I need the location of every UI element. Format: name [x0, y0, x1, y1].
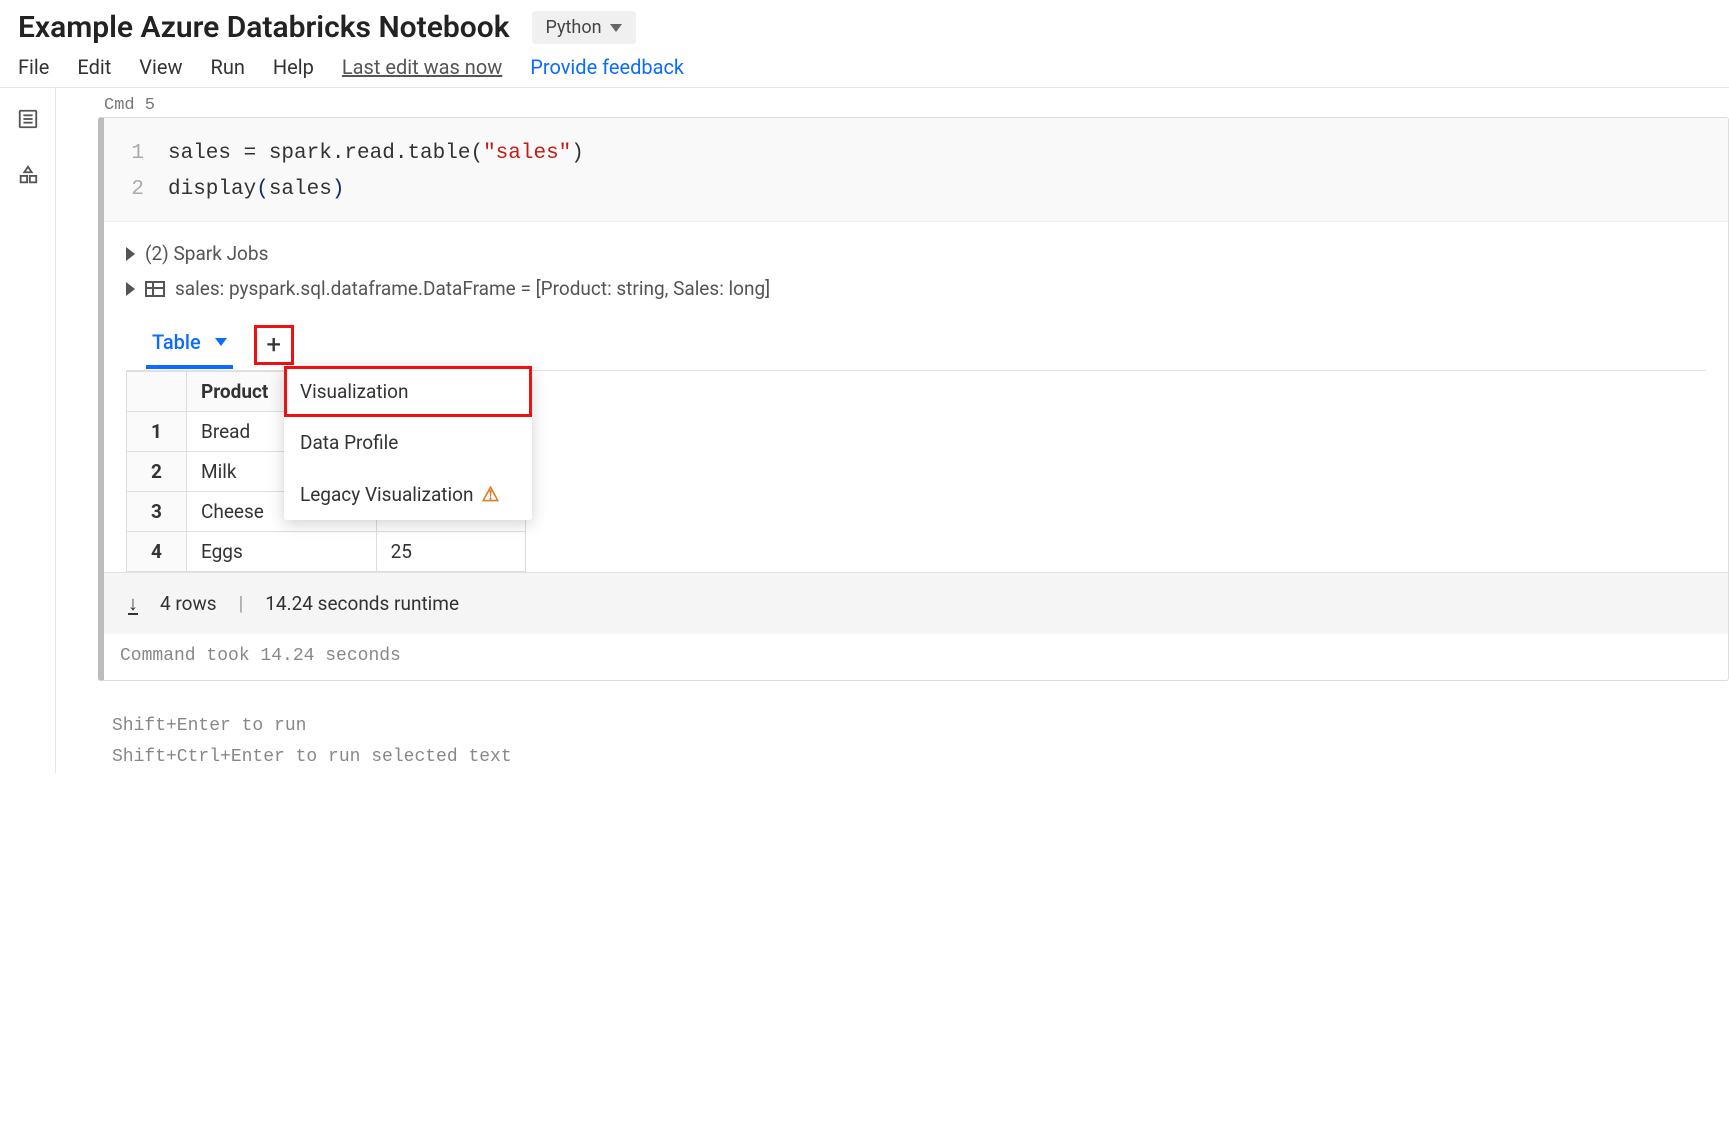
- language-label: Python: [546, 17, 602, 38]
- command-timing: Command took 14.24 seconds: [104, 634, 1728, 680]
- menu-bar: File Edit View Run Help Last edit was no…: [18, 55, 1711, 79]
- menu-item-label: Legacy Visualization: [300, 483, 473, 506]
- menu-item-visualization[interactable]: Visualization: [284, 366, 532, 417]
- cell-label: Cmd 5: [98, 88, 1729, 117]
- add-visualization-button[interactable]: +: [257, 328, 291, 362]
- row-number: 3: [127, 492, 187, 532]
- keyboard-hints: Shift+Enter to run Shift+Ctrl+Enter to r…: [98, 681, 1729, 772]
- left-rail: [0, 88, 56, 773]
- output-tabs: Table + Visualization Data Profile Legac…: [126, 316, 1706, 371]
- triangle-right-icon: [126, 282, 135, 296]
- menu-file[interactable]: File: [18, 55, 49, 79]
- line-number: 2: [124, 172, 168, 208]
- spark-jobs-toggle[interactable]: (2) Spark Jobs: [126, 236, 1706, 271]
- menu-edit[interactable]: Edit: [77, 55, 111, 79]
- tab-label: Table: [152, 330, 201, 354]
- tab-table[interactable]: Table: [152, 330, 227, 368]
- chevron-down-icon: [215, 338, 227, 346]
- code-editor[interactable]: 1 sales = spark.read.table("sales") 2 di…: [104, 118, 1728, 222]
- download-icon[interactable]: ↓: [128, 591, 138, 616]
- row-number: 4: [127, 532, 187, 572]
- table-row[interactable]: 4 Eggs 25: [127, 532, 526, 572]
- line-number: 1: [124, 136, 168, 172]
- hint-line: Shift+Enter to run: [112, 711, 1729, 742]
- last-edit-link[interactable]: Last edit was now: [342, 55, 502, 79]
- row-number: 2: [127, 452, 187, 492]
- menu-run[interactable]: Run: [211, 55, 245, 79]
- language-selector[interactable]: Python: [532, 11, 636, 44]
- menu-view[interactable]: View: [139, 55, 182, 79]
- row-number: 1: [127, 412, 187, 452]
- notebook-title[interactable]: Example Azure Databricks Notebook: [18, 10, 510, 45]
- cell-product: Eggs: [187, 532, 377, 572]
- chevron-down-icon: [610, 24, 622, 32]
- results-footer: ↓ 4 rows | 14.24 seconds runtime: [104, 572, 1728, 634]
- spark-jobs-label: (2) Spark Jobs: [145, 242, 268, 265]
- menu-help[interactable]: Help: [273, 55, 314, 79]
- hint-line: Shift+Ctrl+Enter to run selected text: [112, 742, 1729, 773]
- schema-text: sales: pyspark.sql.dataframe.DataFrame =…: [175, 277, 770, 300]
- feedback-link[interactable]: Provide feedback: [530, 55, 684, 79]
- row-count: 4 rows: [160, 592, 217, 615]
- warning-icon: ⚠: [481, 482, 499, 506]
- row-number-header: [127, 372, 187, 412]
- plus-icon: +: [266, 330, 281, 360]
- notebook-cell: 1 sales = spark.read.table("sales") 2 di…: [98, 117, 1729, 681]
- runtime-text: 14.24 seconds runtime: [265, 592, 459, 615]
- menu-item-data-profile[interactable]: Data Profile: [284, 417, 532, 468]
- dataframe-icon: [145, 281, 165, 297]
- notebook-header: Example Azure Databricks Notebook Python…: [0, 0, 1729, 87]
- toc-icon[interactable]: [17, 108, 39, 130]
- triangle-right-icon: [126, 247, 135, 261]
- separator: |: [239, 592, 244, 615]
- schema-toggle[interactable]: sales: pyspark.sql.dataframe.DataFrame =…: [126, 271, 1706, 306]
- menu-item-legacy-visualization[interactable]: Legacy Visualization ⚠: [284, 468, 532, 520]
- cell-sales: 25: [376, 532, 525, 572]
- shapes-icon[interactable]: [17, 164, 39, 186]
- add-visualization-menu: Visualization Data Profile Legacy Visual…: [284, 366, 532, 520]
